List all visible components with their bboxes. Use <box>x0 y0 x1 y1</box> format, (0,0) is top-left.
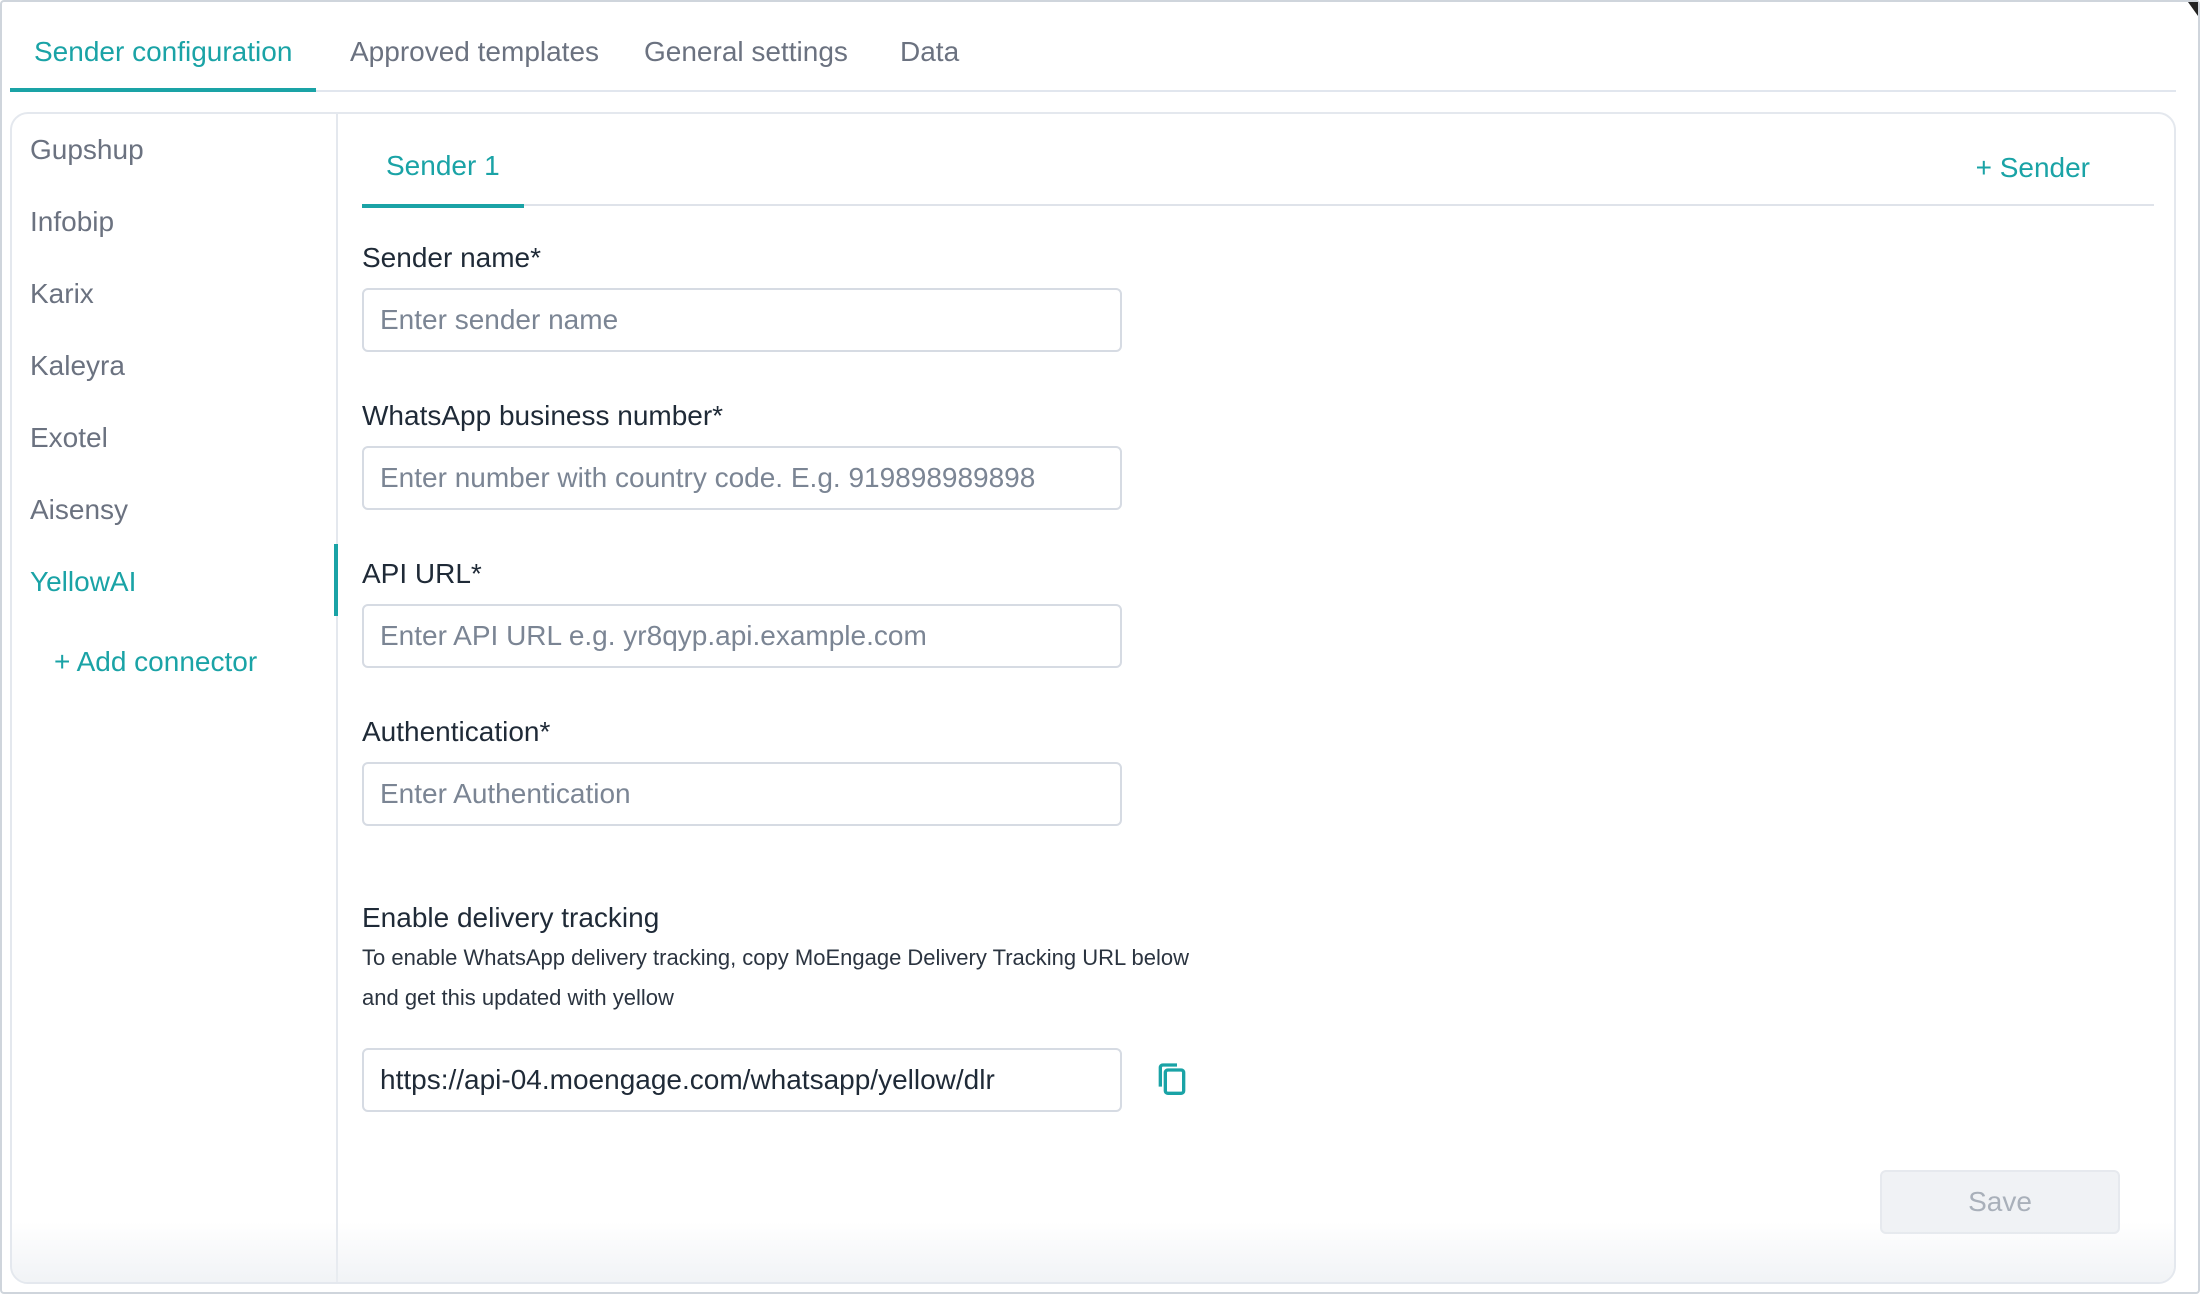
tab-sender-1[interactable]: Sender 1 <box>362 142 524 208</box>
sidebar-item-aisensy[interactable]: Aisensy <box>30 488 128 532</box>
sidebar-item-gupshup[interactable]: Gupshup <box>30 128 144 172</box>
content-panel: Gupshup Infobip Karix Kaleyra Exotel Ais… <box>10 112 2176 1284</box>
mouse-cursor-icon <box>2188 2 2198 16</box>
delivery-tracking-title: Enable delivery tracking <box>362 902 660 933</box>
sidebar-active-indicator <box>334 544 338 616</box>
sidebar-item-kaleyra[interactable]: Kaleyra <box>30 344 125 388</box>
sidebar-item-yellowai[interactable]: YellowAI <box>30 560 136 604</box>
app-window: Sender configuration Approved templates … <box>0 0 2200 1294</box>
authentication-label: Authentication* <box>362 716 551 747</box>
connector-sidebar: Gupshup Infobip Karix Kaleyra Exotel Ais… <box>12 114 338 1282</box>
panel-bottom-shade <box>12 1222 2174 1282</box>
business-number-label: WhatsApp business number* <box>362 400 724 431</box>
tab-data[interactable]: Data <box>876 32 983 90</box>
api-url-label: API URL* <box>362 558 482 589</box>
add-connector-button[interactable]: + Add connector <box>54 640 257 684</box>
delivery-tracking-url-field[interactable] <box>362 1048 1122 1112</box>
business-number-input[interactable] <box>362 446 1122 510</box>
tab-general-settings[interactable]: General settings <box>620 32 872 90</box>
delivery-tracking-description-line-1: To enable WhatsApp delivery tracking, co… <box>362 945 1190 970</box>
copy-icon[interactable] <box>1152 1060 1192 1100</box>
top-tab-bar: Sender configuration Approved templates … <box>10 2 2176 92</box>
delivery-tracking-description: To enable WhatsApp delivery tracking, co… <box>362 938 1362 1018</box>
authentication-input[interactable] <box>362 762 1122 826</box>
delivery-tracking-description-line-2: and get this updated with yellow <box>362 985 674 1010</box>
api-url-input[interactable] <box>362 604 1122 668</box>
sender-name-label: Sender name* <box>362 242 542 273</box>
sidebar-item-infobip[interactable]: Infobip <box>30 200 114 244</box>
sidebar-item-karix[interactable]: Karix <box>30 272 94 316</box>
sidebar-item-exotel[interactable]: Exotel <box>30 416 108 460</box>
sender-tab-bar: Sender 1 + Sender <box>362 142 2154 208</box>
sender-name-input[interactable] <box>362 288 1122 352</box>
add-sender-button[interactable]: + Sender <box>1976 144 2090 192</box>
tab-approved-templates[interactable]: Approved templates <box>326 32 623 90</box>
tab-sender-configuration[interactable]: Sender configuration <box>10 32 317 92</box>
